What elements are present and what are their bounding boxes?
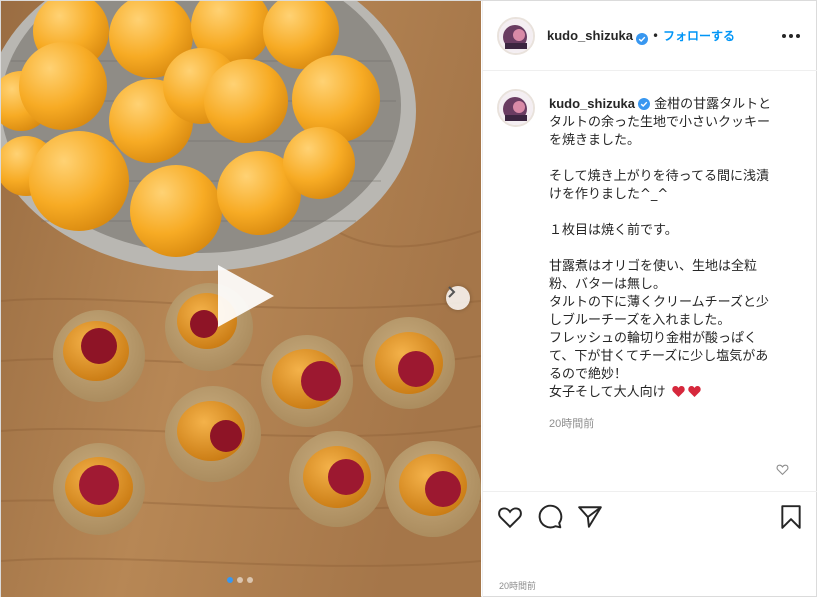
caption-text: kudo_shizuka 金柑の甘露タルトと タルトの余った生地で小さいクッキー…: [549, 95, 804, 404]
caption-line: フレッシュの輪切り金柑が酸っぱく: [549, 331, 758, 346]
caption-line: １枚目は焼く前です。: [549, 223, 678, 238]
caption-line: [549, 204, 804, 222]
bookmark-icon[interactable]: [778, 504, 804, 530]
verified-badge-icon: [637, 98, 650, 110]
post-sidebar: kudo_shizuka • フォローする kudo_shizuka 金柑の甘露…: [482, 1, 817, 597]
caption-like-icon[interactable]: [776, 461, 789, 476]
post-header: kudo_shizuka • フォローする: [483, 1, 817, 71]
post-media[interactable]: [1, 1, 481, 597]
caption-line: そして焼き上がりを待ってる間に浅漬: [549, 169, 769, 184]
avatar[interactable]: [497, 89, 535, 127]
caption-username[interactable]: kudo_shizuka: [549, 96, 635, 111]
chevron-right-icon[interactable]: [446, 286, 470, 310]
caption-line: 甘露煮はオリゴを使い、生地は全粒: [549, 259, 758, 274]
comment-bubble-icon[interactable]: [537, 504, 563, 530]
post-timestamp: 20時間前: [499, 581, 537, 591]
carousel-dot: [247, 577, 253, 583]
carousel-dot-active: [227, 577, 233, 583]
caption-line: [549, 240, 804, 258]
caption-line: タルトの下に薄くクリームチーズと少: [549, 295, 769, 310]
caption-timestamp: 20時間前: [549, 418, 595, 430]
caption-line: けを作りました^_^: [549, 187, 669, 202]
instagram-post: kudo_shizuka • フォローする kudo_shizuka 金柑の甘露…: [0, 0, 817, 597]
avatar[interactable]: [497, 16, 535, 55]
caption-line: 女子そして大人向け: [549, 385, 666, 400]
red-heart-icon: [672, 385, 702, 404]
caption-line: 粉、バターは無し。: [549, 277, 667, 292]
play-icon[interactable]: [212, 263, 278, 329]
carousel-indicator: [227, 577, 253, 583]
caption-line: 金柑の甘露タルトと: [654, 97, 772, 112]
caption-line: て、下が甘くてチーズに少し塩気があ: [549, 349, 769, 364]
caption-line: を焼きました。: [549, 133, 641, 148]
verified-badge-icon: [635, 30, 648, 45]
ellipsis-icon[interactable]: [782, 28, 802, 44]
follow-button[interactable]: フォローする: [663, 27, 735, 44]
caption-line: るので絶妙！: [549, 367, 628, 382]
heart-outline-icon[interactable]: [497, 504, 523, 530]
action-bar: [483, 491, 817, 541]
header-username[interactable]: kudo_shizuka: [547, 28, 633, 43]
caption-line: しブルーチーズを入れました。: [549, 313, 731, 328]
separator: •: [651, 28, 660, 43]
carousel-dot: [237, 577, 243, 583]
paper-plane-icon[interactable]: [577, 504, 603, 530]
caption-line: タルトの余った生地で小さいクッキー: [549, 115, 771, 130]
caption-line: [549, 150, 804, 168]
